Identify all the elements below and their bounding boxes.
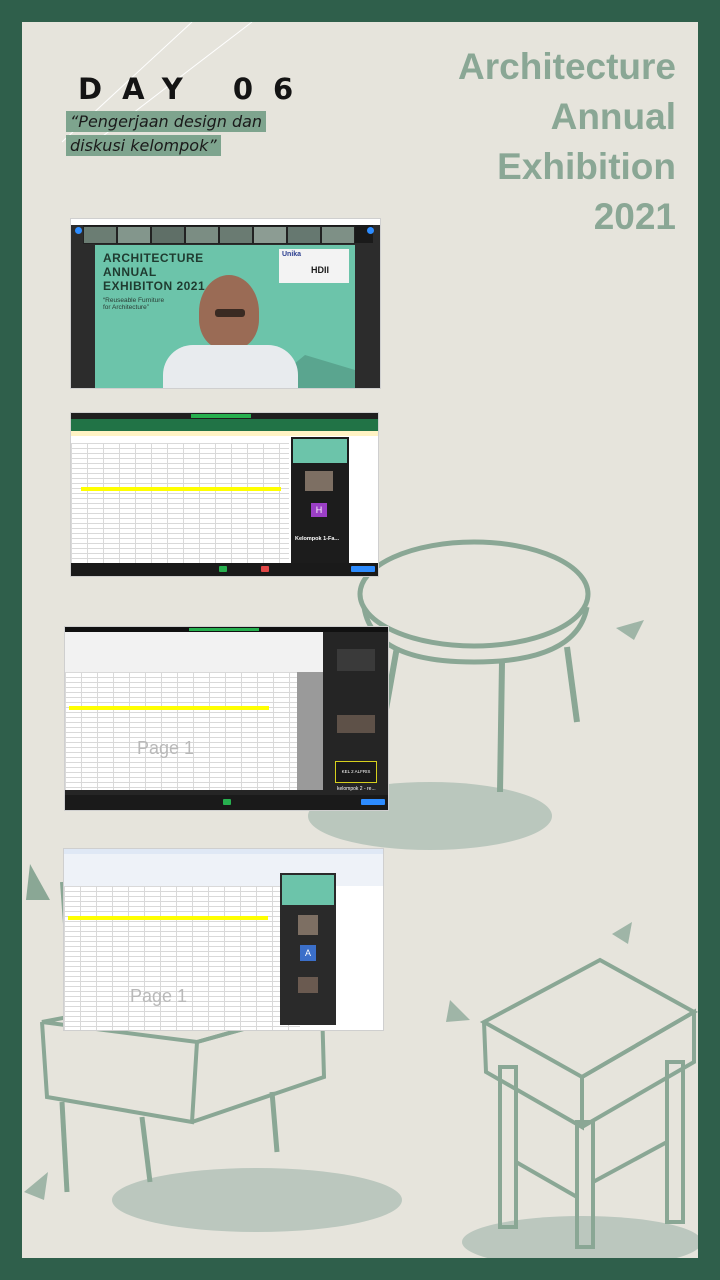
page-watermark: Page 1	[137, 738, 195, 758]
exhibition-title: Architecture Annual Exhibition 2021	[458, 42, 676, 242]
participant-video-2	[337, 715, 375, 733]
subtitle-line-1: “Pengerjaan design dan	[66, 111, 267, 132]
prev-page-icon[interactable]	[75, 227, 82, 234]
title-line-3: Exhibition	[497, 146, 676, 187]
title-line-2: Annual	[550, 96, 676, 137]
zoom-toolbar	[71, 563, 378, 576]
screenshot-video-call: ARCHITECTURE ANNUAL EXHIBITON 2021 “Reus…	[70, 218, 381, 389]
share-screen-icon[interactable]	[219, 566, 227, 572]
protected-view-bar	[71, 431, 378, 436]
share-screen-icon[interactable]	[223, 799, 231, 805]
title-line-1: Architecture	[458, 46, 676, 87]
leave-button[interactable]	[351, 566, 375, 572]
participant-panel: H Kelompok 1-Fa...	[291, 437, 349, 563]
page-watermark: Page 1	[130, 986, 188, 1006]
participant-panel: A	[280, 873, 336, 1025]
screenshot-spreadsheet-1: H Kelompok 1-Fa...	[70, 412, 379, 577]
logo-area: Unika HDII	[279, 249, 349, 283]
slide-subtitle: “Reuseable Furniture for Architecture”	[103, 297, 165, 311]
hdii-logo-text: HDII	[311, 265, 329, 275]
day-label: DAY 06	[78, 72, 314, 106]
participant-video-2	[298, 977, 318, 993]
participant-strip	[83, 225, 373, 244]
excel-ribbon	[65, 632, 323, 672]
next-page-icon[interactable]	[367, 227, 374, 234]
title-line-4: 2021	[593, 196, 676, 237]
spreadsheet-grid: Page 1	[65, 672, 297, 790]
presenter-shirt	[163, 345, 298, 388]
leave-button[interactable]	[361, 799, 385, 805]
participant-video	[305, 471, 333, 491]
presentation-thumbnail	[293, 439, 347, 463]
group-label: kelompok 2 - re...	[337, 786, 376, 792]
participant-avatar: H	[311, 503, 327, 517]
subtitle-line-2: diskusi kelompok”	[66, 135, 221, 156]
participant-video	[298, 915, 318, 935]
sheet-margin	[297, 672, 323, 790]
group-label: Kelompok 1-Fa...	[295, 536, 340, 542]
screenshot-spreadsheet-2: Page 1 KEL 2 ALFRIS kelompok 2 - re...	[64, 626, 389, 811]
participant-video-1	[337, 649, 375, 671]
record-icon[interactable]	[261, 566, 269, 572]
slide-title: ARCHITECTURE ANNUAL EXHIBITON 2021	[103, 251, 206, 293]
screenshot-spreadsheet-3: Page 1 A	[63, 848, 384, 1031]
participant-avatar: A	[300, 945, 316, 961]
excel-ribbon	[71, 419, 378, 431]
presenter-mustache	[215, 309, 245, 317]
spreadsheet-grid	[71, 443, 289, 563]
presentation-thumbnail	[282, 875, 334, 905]
presentation-slide: ARCHITECTURE ANNUAL EXHIBITON 2021 “Reus…	[95, 245, 355, 388]
zoom-toolbar	[65, 795, 388, 810]
participant-tile: KEL 2 ALFRIS	[335, 761, 377, 783]
spreadsheet-grid: Page 1	[64, 886, 300, 1030]
poster: DAY 06 “Pengerjaan design dan diskusi ke…	[22, 22, 698, 1258]
unika-logo-text: Unika	[282, 251, 302, 258]
